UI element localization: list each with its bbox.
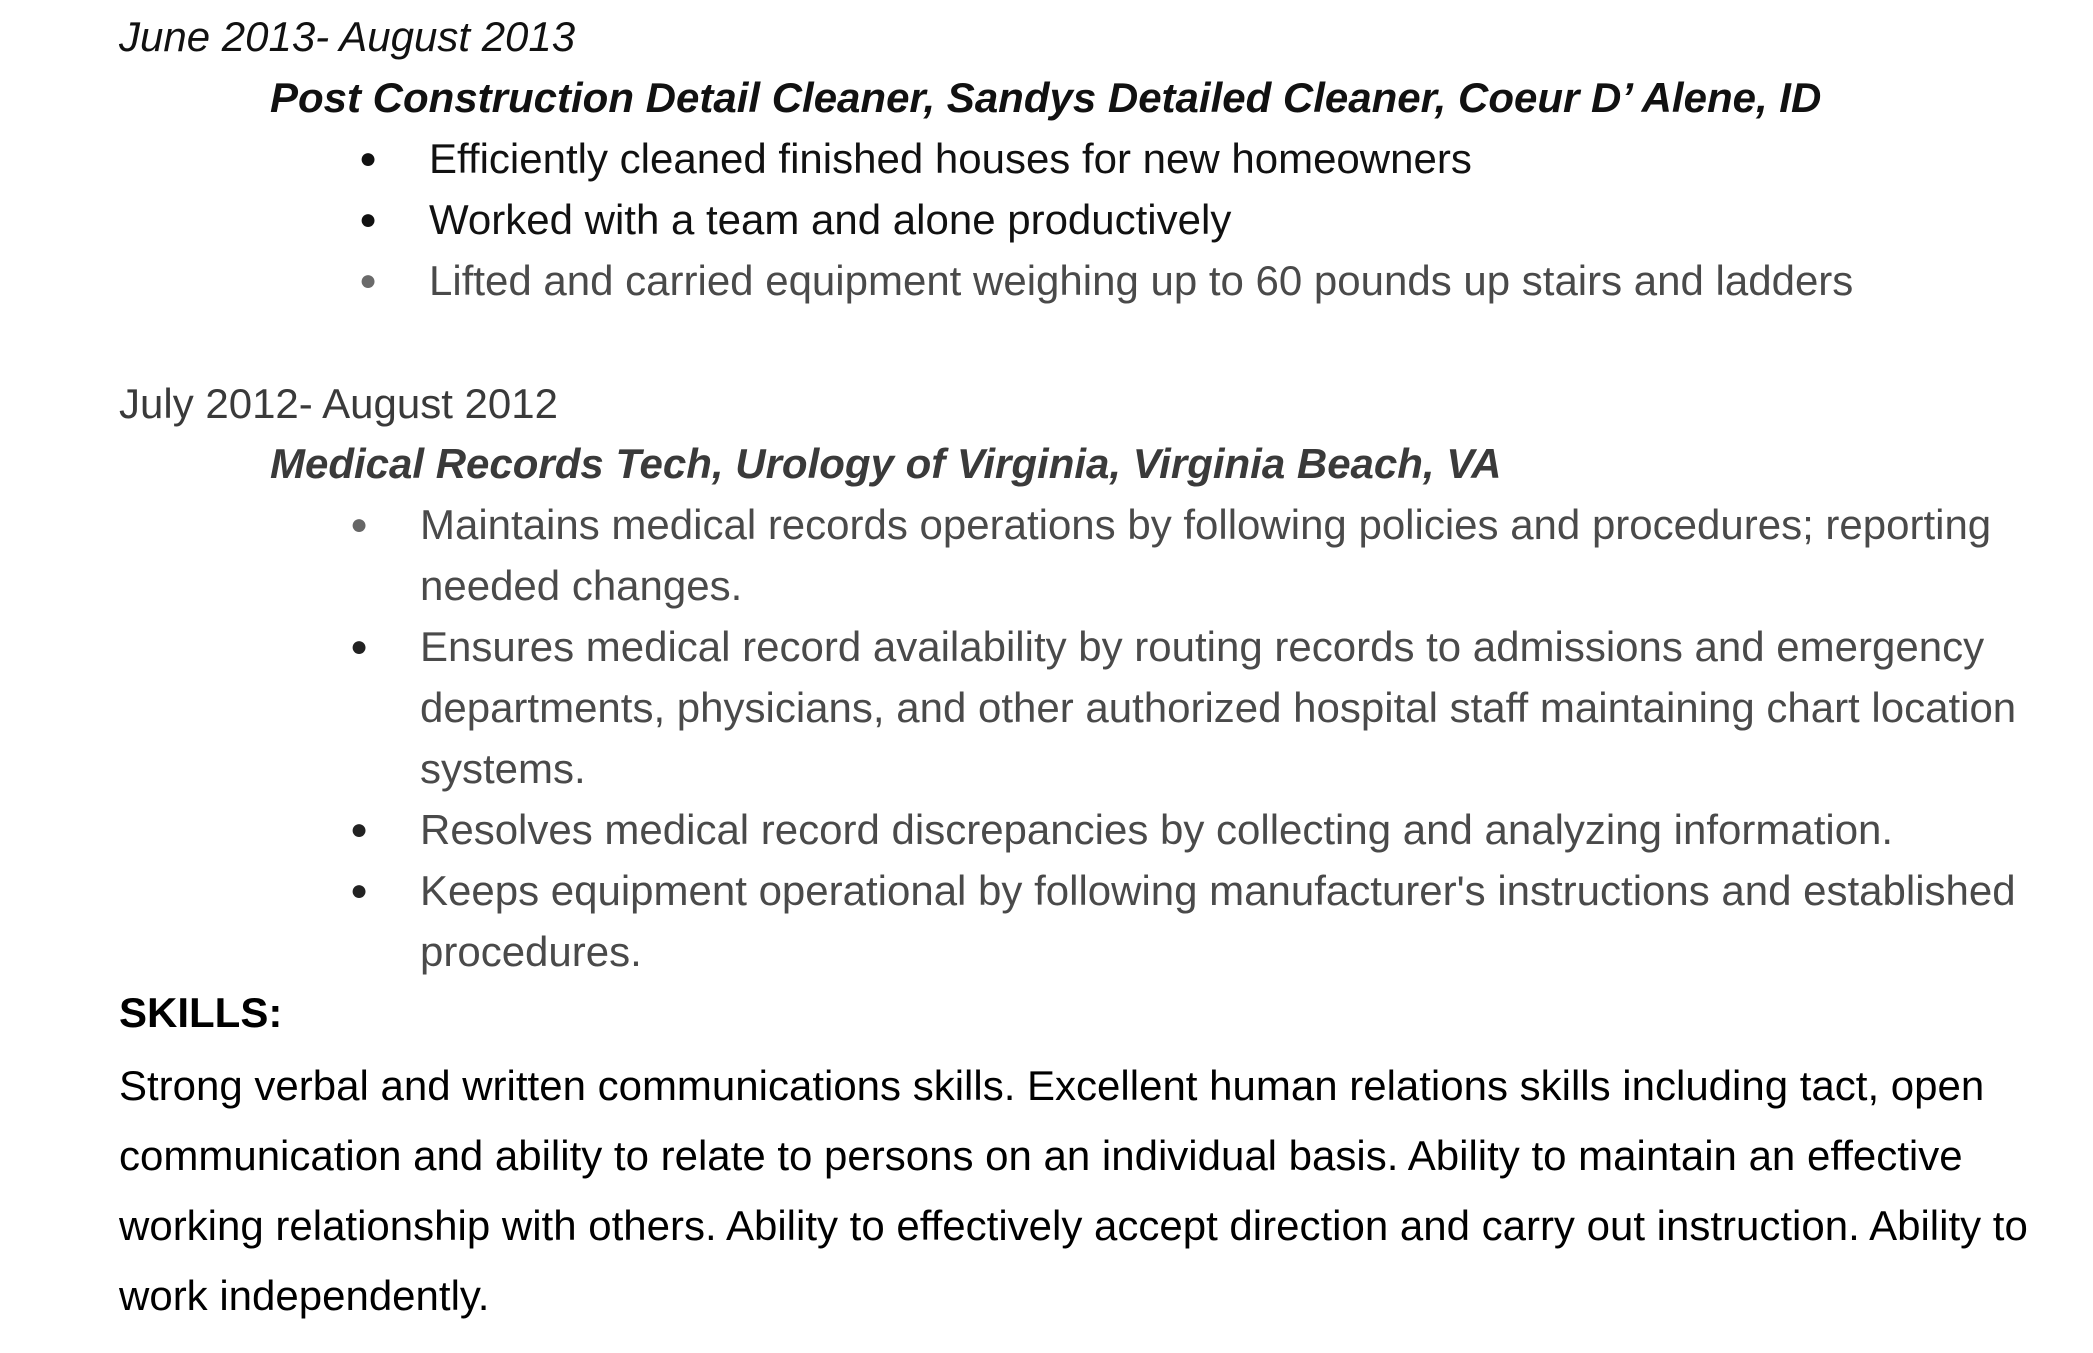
skills-text: Strong verbal and written communications… — [119, 1062, 2028, 1319]
job-bullet-item: ● Worked with a team and alone productiv… — [359, 189, 2049, 250]
bullet-icon: ● — [350, 813, 369, 846]
bullet-icon: ● — [350, 874, 369, 907]
job-bullet-item: ● Resolves medical record discrepancies … — [350, 799, 2050, 860]
job-bullet-item: ● Efficiently cleaned finished houses fo… — [359, 128, 2049, 189]
bullet-text: Worked with a team and alone productivel… — [429, 196, 1232, 243]
skills-heading: SKILLS: — [119, 989, 283, 1036]
bullet-text: Ensures medical record availability by r… — [420, 623, 2017, 792]
bullet-icon: ● — [359, 203, 378, 236]
bullet-text: Maintains medical records operations by … — [420, 501, 1992, 609]
bullet-text: Lifted and carried equipment weighing up… — [429, 257, 1854, 304]
bullet-icon: ● — [350, 630, 369, 663]
bullet-text: Resolves medical record discrepancies by… — [420, 806, 1894, 853]
job-bullet-item: ● Lifted and carried equipment weighing … — [359, 250, 2049, 311]
bullet-icon: ● — [359, 142, 378, 175]
job-bullet-item: ● Ensures medical record availability by… — [350, 616, 2050, 799]
bullet-icon: ● — [350, 508, 369, 541]
job-bullet-item: ● Keeps equipment operational by followi… — [350, 860, 2050, 982]
job-bullet-list: ● Efficiently cleaned finished houses fo… — [359, 128, 2049, 311]
job-dates: June 2013- August 2013 — [119, 13, 576, 60]
job-title: Medical Records Tech, Urology of Virgini… — [270, 440, 1502, 487]
bullet-text: Keeps equipment operational by following… — [420, 867, 2016, 975]
job-bullet-item: ● Maintains medical records operations b… — [350, 494, 2050, 616]
bullet-icon: ● — [359, 264, 378, 297]
job-bullet-list: ● Maintains medical records operations b… — [350, 494, 2050, 982]
resume-page: June 2013- August 2013 Post Construction… — [0, 0, 2093, 1353]
bullet-text: Efficiently cleaned finished houses for … — [429, 135, 1472, 182]
job-title: Post Construction Detail Cleaner, Sandys… — [270, 74, 1822, 121]
job-dates: July 2012- August 2012 — [119, 380, 558, 427]
